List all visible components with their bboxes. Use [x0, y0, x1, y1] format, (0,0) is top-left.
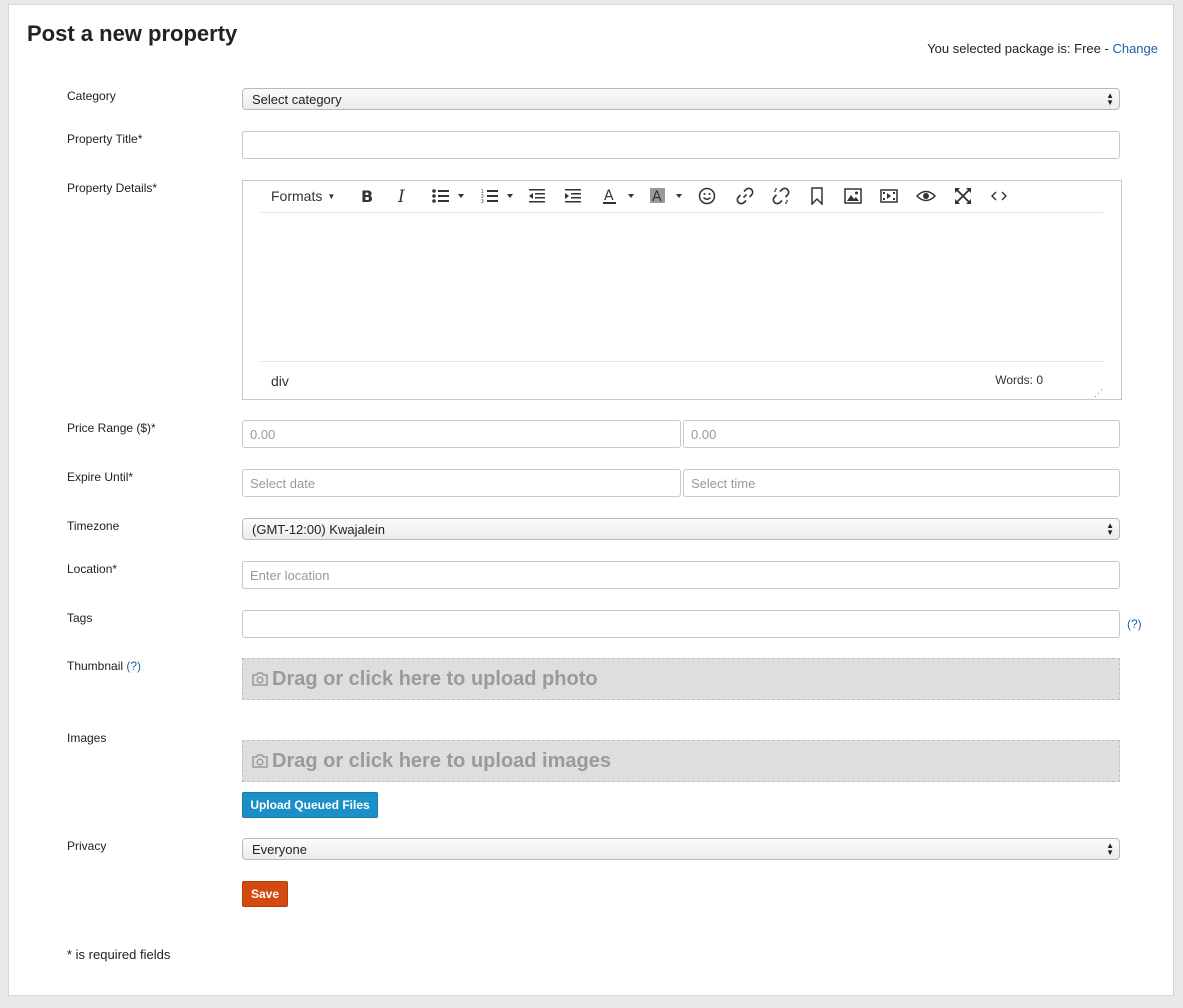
chevron-down-icon: ▼	[327, 191, 336, 201]
word-count: Words: 0	[995, 373, 1043, 387]
timezone-select[interactable]: (GMT-12:00) Kwajalein ▲ ▼	[242, 518, 1120, 540]
editor-element-path[interactable]: div	[271, 373, 289, 389]
images-dropzone[interactable]: Drag or click here to upload images	[242, 740, 1120, 782]
category-select[interactable]: Select category ▲ ▼	[242, 88, 1120, 110]
preview-icon[interactable]	[915, 187, 937, 205]
formats-label: Formats	[271, 188, 323, 204]
background-color-icon[interactable]: A	[649, 187, 685, 205]
tags-help-link[interactable]: (?)	[1127, 617, 1142, 631]
privacy-label: Privacy	[67, 839, 107, 853]
thumbnail-label: Thumbnail	[67, 659, 124, 673]
thumbnail-drop-text: Drag or click here to upload photo	[272, 667, 598, 690]
location-input[interactable]: Enter location	[242, 561, 1120, 589]
svg-text:A: A	[652, 189, 662, 205]
expire-until-label: Expire Until*	[67, 470, 134, 484]
save-button[interactable]: Save	[242, 881, 288, 907]
svg-text:3: 3	[481, 199, 484, 204]
camera-icon	[252, 754, 268, 768]
outdent-icon[interactable]	[527, 187, 547, 205]
emoticon-icon[interactable]	[697, 187, 717, 205]
property-title-label: Property Title*	[67, 132, 143, 146]
page-title: Post a new property	[27, 21, 238, 46]
tags-label: Tags	[67, 611, 93, 625]
change-package-link[interactable]: Change	[1112, 41, 1158, 56]
select-arrows-icon: ▲ ▼	[1106, 841, 1114, 857]
images-drop-text: Drag or click here to upload images	[272, 749, 611, 772]
package-text: You selected package is: Free -	[927, 41, 1113, 56]
privacy-select[interactable]: Everyone ▲ ▼	[242, 838, 1120, 860]
link-icon[interactable]	[735, 187, 755, 205]
category-select-value: Select category	[252, 91, 342, 107]
property-title-input[interactable]	[242, 131, 1120, 159]
svg-text:B: B	[361, 188, 373, 204]
upload-queued-files-button[interactable]: Upload Queued Files	[242, 792, 378, 818]
package-info: You selected package is: Free - Change	[927, 41, 1158, 56]
source-code-icon[interactable]	[989, 187, 1009, 205]
tags-input[interactable]	[242, 610, 1120, 638]
rich-text-editor: Formats ▼ B I 123 A A div Words: 0 ⋰	[242, 180, 1122, 400]
category-label: Category	[67, 89, 116, 103]
expire-time-input[interactable]: Select time	[683, 469, 1120, 497]
image-icon[interactable]	[843, 187, 863, 205]
thumbnail-label-row: Thumbnail (?)	[67, 659, 141, 673]
select-arrows-icon: ▲ ▼	[1106, 91, 1114, 107]
italic-icon[interactable]: I	[393, 187, 413, 205]
svg-text:A: A	[604, 188, 614, 204]
editor-content-area[interactable]	[261, 213, 1103, 361]
thumbnail-dropzone[interactable]: Drag or click here to upload photo	[242, 658, 1120, 700]
privacy-select-value: Everyone	[252, 841, 307, 857]
location-label: Location*	[67, 562, 118, 576]
formats-dropdown[interactable]: Formats ▼	[271, 187, 339, 205]
bold-icon[interactable]: B	[357, 187, 377, 205]
timezone-select-value: (GMT-12:00) Kwajalein	[252, 521, 385, 537]
form-panel: Post a new property You selected package…	[8, 4, 1174, 996]
thumbnail-help-link[interactable]: (?)	[126, 659, 141, 673]
editor-statusbar: div Words: 0 ⋰	[261, 361, 1103, 399]
images-label: Images	[67, 731, 107, 745]
timezone-label: Timezone	[67, 519, 120, 533]
price-min-input[interactable]: 0.00	[242, 420, 681, 448]
svg-text:I: I	[397, 188, 405, 204]
bullet-list-icon[interactable]	[431, 187, 467, 205]
editor-toolbar: Formats ▼ B I 123 A A	[261, 181, 1103, 213]
property-details-label: Property Details*	[67, 181, 158, 195]
indent-icon[interactable]	[563, 187, 583, 205]
text-color-icon[interactable]: A	[601, 187, 637, 205]
required-fields-note: * is required fields	[67, 947, 171, 962]
bookmark-icon[interactable]	[807, 187, 827, 205]
price-max-input[interactable]: 0.00	[683, 420, 1120, 448]
expire-date-input[interactable]: Select date	[242, 469, 681, 497]
resize-handle-icon[interactable]: ⋰	[1094, 389, 1103, 398]
numbered-list-icon[interactable]: 123	[481, 187, 517, 205]
media-icon[interactable]	[879, 187, 899, 205]
select-arrows-icon: ▲ ▼	[1106, 521, 1114, 537]
camera-icon	[252, 672, 268, 686]
fullscreen-icon[interactable]	[953, 187, 973, 205]
unlink-icon[interactable]	[771, 187, 791, 205]
price-range-label: Price Range ($)*	[67, 421, 156, 435]
